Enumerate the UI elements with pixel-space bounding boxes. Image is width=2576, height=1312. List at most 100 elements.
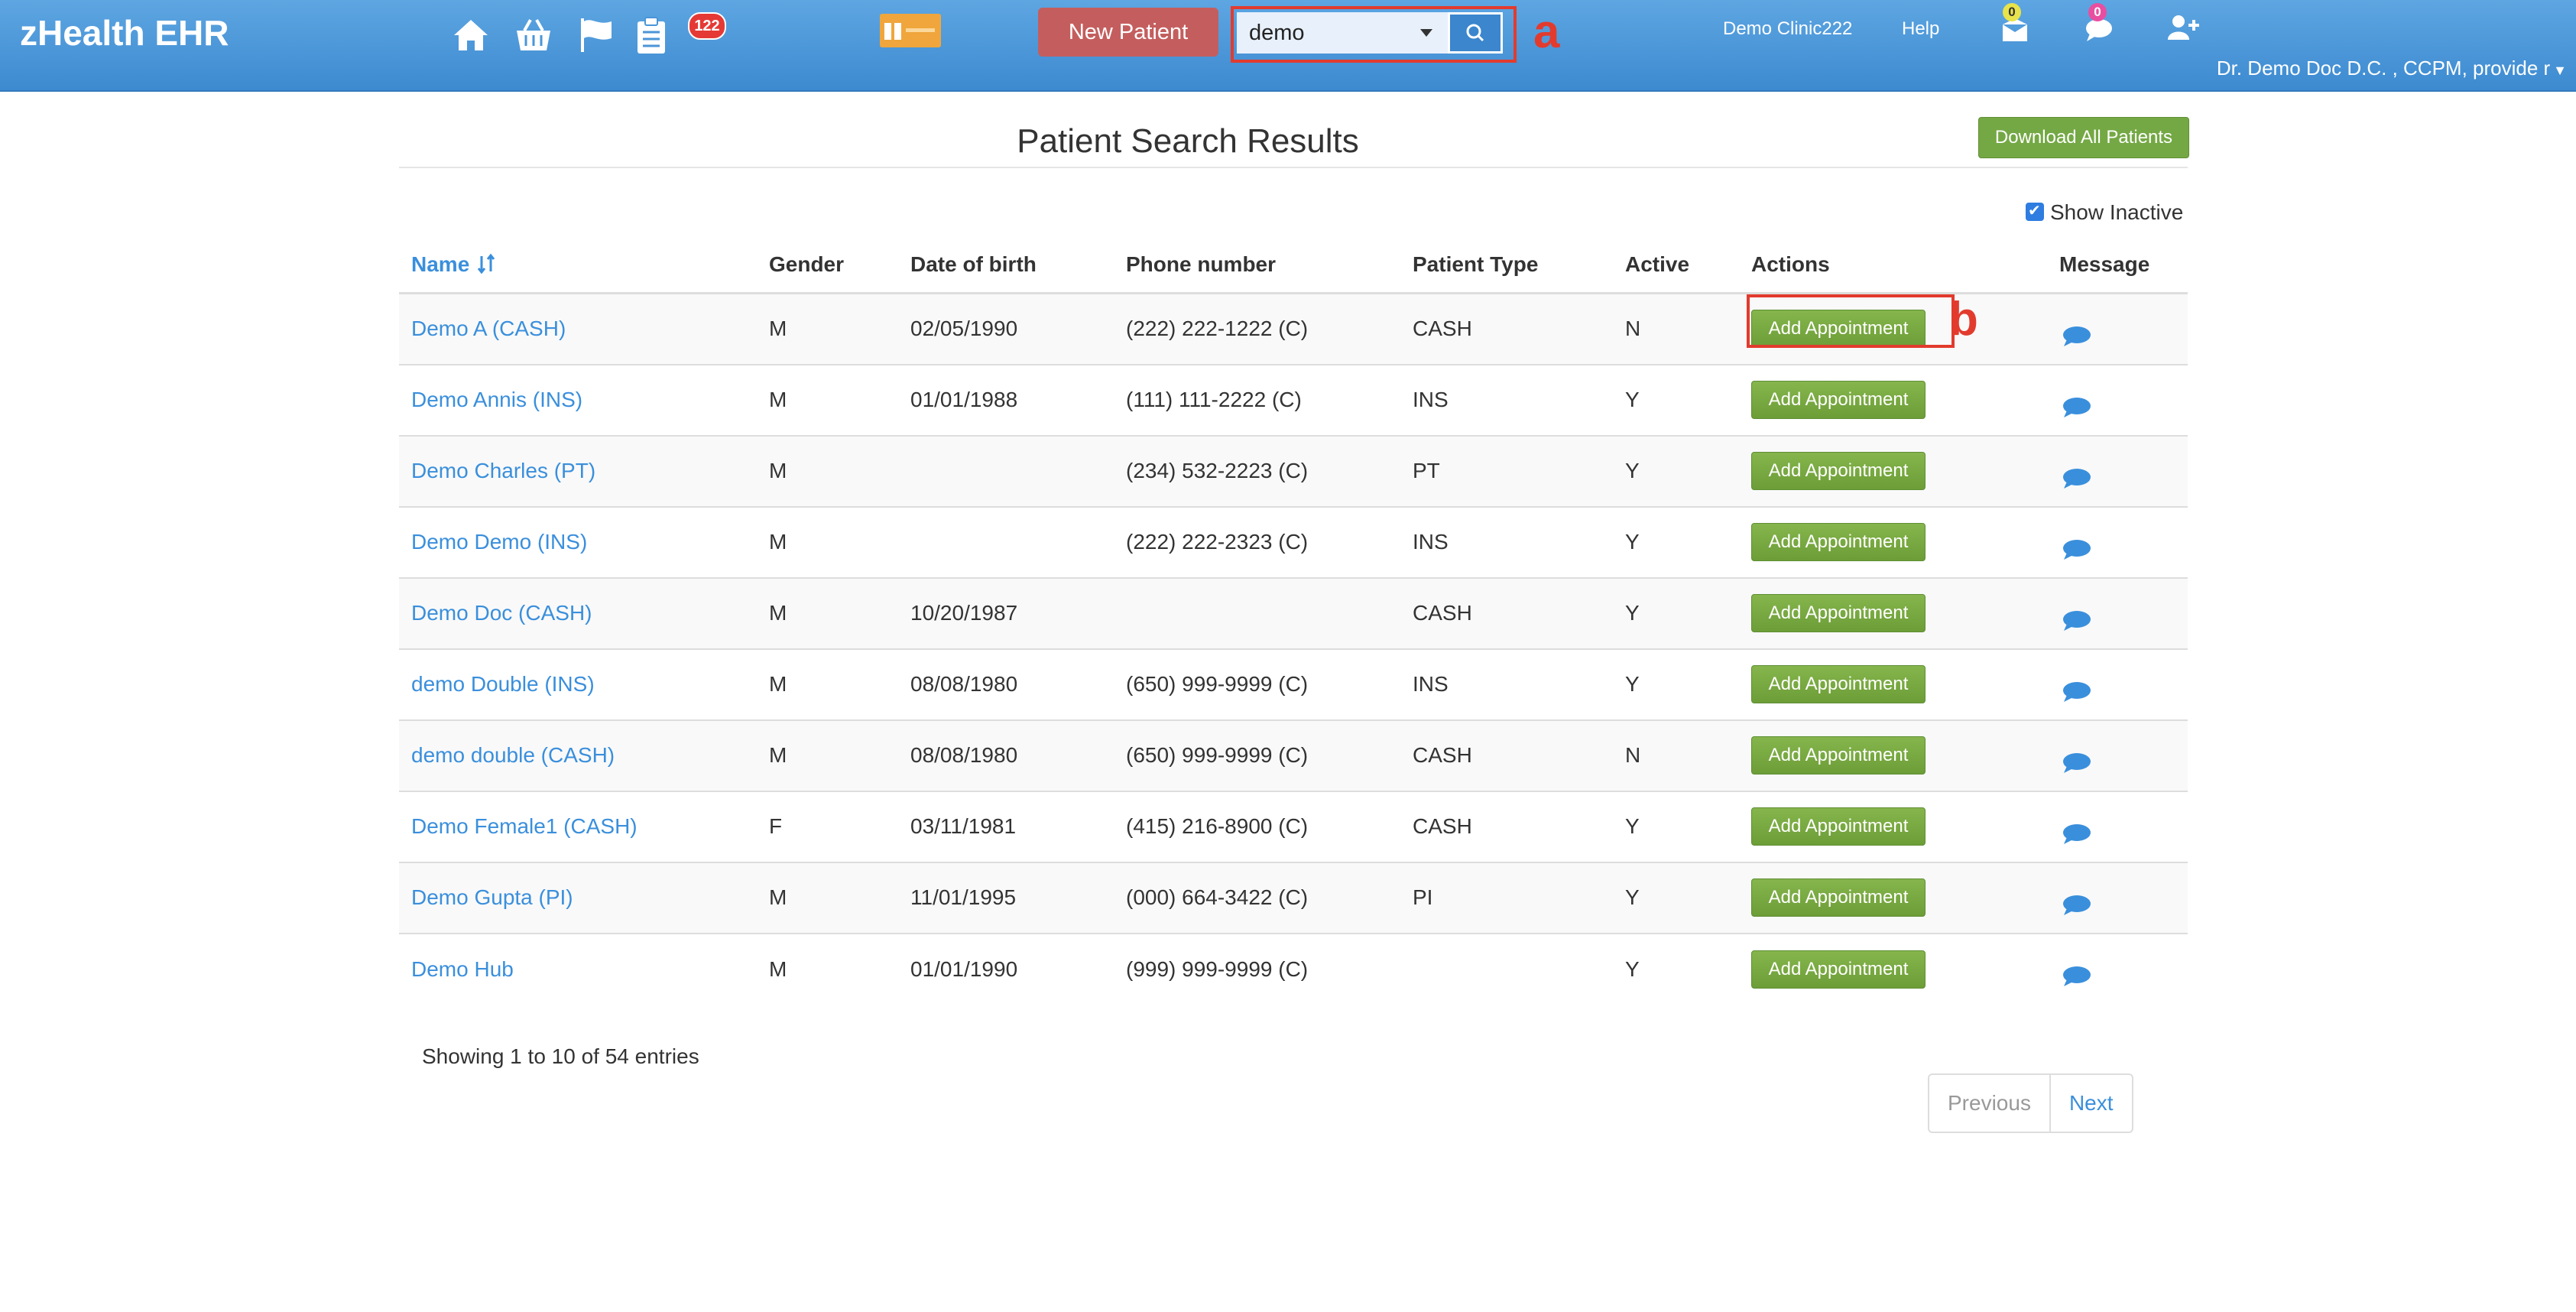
patient-name-link[interactable]: demo double (CASH) bbox=[411, 743, 615, 767]
active-cell: Y bbox=[1613, 790, 1739, 862]
phone-cell: (111) 111-2222 (C) bbox=[1114, 363, 1400, 436]
active-cell: Y bbox=[1613, 861, 1739, 934]
patient-search-input[interactable] bbox=[1237, 12, 1405, 54]
message-cell bbox=[2047, 292, 2188, 365]
help-link[interactable]: Help bbox=[1902, 18, 1939, 40]
user-menu[interactable]: Dr. Demo Doc D.C. , CCPM, provide r ▼ bbox=[2217, 57, 2567, 80]
phone-cell: (999) 999-9999 (C) bbox=[1114, 932, 1400, 1005]
patient-name-link[interactable]: Demo Doc (CASH) bbox=[411, 601, 592, 625]
message-cell bbox=[2047, 719, 2188, 791]
patient-name-cell[interactable]: Demo Female1 (CASH) bbox=[399, 790, 757, 862]
actions-cell: Add Appointment bbox=[1739, 292, 2047, 365]
message-bubble-icon[interactable] bbox=[2061, 609, 2091, 632]
message-bubble-icon[interactable] bbox=[2061, 894, 2091, 917]
patient-name-link[interactable]: Demo Charles (PT) bbox=[411, 459, 595, 482]
add-appointment-button[interactable]: Add Appointment bbox=[1751, 665, 1926, 703]
add-appointment-button[interactable]: Add Appointment bbox=[1751, 736, 1926, 775]
gender-cell: F bbox=[757, 790, 898, 862]
patient-name-link[interactable]: Demo Female1 (CASH) bbox=[411, 814, 638, 838]
dob-cell: 03/11/1981 bbox=[898, 790, 1114, 862]
actions-cell: Add Appointment bbox=[1739, 861, 2047, 934]
patient-name-cell[interactable]: Demo Gupta (PI) bbox=[399, 861, 757, 934]
gender-cell: M bbox=[757, 434, 898, 507]
patient-type-cell: INS bbox=[1400, 505, 1613, 578]
message-bubble-icon[interactable] bbox=[2061, 823, 2091, 846]
add-user-icon[interactable] bbox=[2166, 14, 2200, 41]
add-appointment-button[interactable]: Add Appointment bbox=[1751, 878, 1926, 917]
dob-cell bbox=[898, 505, 1114, 578]
title-divider bbox=[399, 167, 2188, 168]
patient-name-cell[interactable]: Demo Annis (INS) bbox=[399, 363, 757, 436]
patient-name-cell[interactable]: demo double (CASH) bbox=[399, 719, 757, 791]
app-brand[interactable]: zHealth EHR bbox=[20, 12, 229, 54]
show-inactive-toggle[interactable]: Show Inactive bbox=[2026, 200, 2183, 225]
search-dropdown-toggle[interactable] bbox=[1405, 12, 1448, 54]
table-row: Demo Gupta (PI) M 11/01/1995 (000) 664-3422… bbox=[399, 861, 2188, 934]
message-cell bbox=[2047, 648, 2188, 720]
message-bubble-icon[interactable] bbox=[2061, 752, 2091, 775]
add-appointment-button[interactable]: Add Appointment bbox=[1751, 523, 1926, 561]
patient-name-cell[interactable]: Demo Hub bbox=[399, 932, 757, 1005]
table-row: Demo A (CASH) M 02/05/1990 (222) 222-1222 (… bbox=[399, 292, 2188, 365]
message-cell bbox=[2047, 576, 2188, 649]
tasks-count-badge[interactable]: 122 bbox=[688, 12, 726, 40]
table-row: demo double (CASH) M 08/08/1980 (650) 999-9… bbox=[399, 719, 2188, 791]
add-appointment-button[interactable]: Add Appointment bbox=[1751, 452, 1926, 490]
patient-name-link[interactable]: Demo Gupta (PI) bbox=[411, 885, 573, 909]
gender-cell: M bbox=[757, 363, 898, 436]
active-cell: Y bbox=[1613, 648, 1739, 720]
table-row: Demo Demo (INS) M (222) 222-2323 (C) INS Y Ad… bbox=[399, 505, 2188, 578]
user-name: Dr. Demo Doc D.C. , CCPM, provide r bbox=[2216, 57, 2551, 80]
column-header-gender: Gender bbox=[757, 237, 898, 294]
message-bubble-icon[interactable] bbox=[2061, 965, 2091, 988]
column-header-actions: Actions bbox=[1739, 237, 2047, 294]
message-bubble-icon[interactable] bbox=[2061, 467, 2091, 490]
patient-name-link[interactable]: Demo Hub bbox=[411, 957, 514, 981]
clinic-selector[interactable]: Demo Clinic222 bbox=[1723, 18, 1852, 40]
pagination-summary: Showing 1 to 10 of 54 entries bbox=[422, 1044, 699, 1068]
patient-type-cell: PT bbox=[1400, 434, 1613, 507]
column-name-label: Name bbox=[411, 252, 470, 276]
next-page-button[interactable]: Next bbox=[2051, 1075, 2132, 1132]
patient-name-cell[interactable]: demo Double (INS) bbox=[399, 648, 757, 720]
add-appointment-button[interactable]: Add Appointment bbox=[1751, 381, 1926, 419]
phone-cell: (650) 999-9999 (C) bbox=[1114, 648, 1400, 720]
actions-cell: Add Appointment bbox=[1739, 719, 2047, 791]
new-patient-button[interactable]: New Patient bbox=[1038, 8, 1218, 57]
patient-name-link[interactable]: Demo Annis (INS) bbox=[411, 388, 582, 411]
patient-rows: Demo A (CASH) M 02/05/1990 (222) 222-1222 (… bbox=[399, 292, 2188, 1005]
message-cell bbox=[2047, 790, 2188, 862]
active-cell: Y bbox=[1613, 932, 1739, 1005]
message-bubble-icon[interactable] bbox=[2061, 396, 2091, 419]
message-cell bbox=[2047, 505, 2188, 578]
patient-name-cell[interactable]: Demo A (CASH) bbox=[399, 292, 757, 365]
patient-name-link[interactable]: demo Double (INS) bbox=[411, 672, 595, 696]
flag-icon[interactable] bbox=[576, 15, 616, 55]
message-bubble-icon[interactable] bbox=[2061, 325, 2091, 348]
add-appointment-button[interactable]: Add Appointment bbox=[1751, 950, 1926, 989]
home-icon[interactable] bbox=[451, 15, 491, 55]
patient-name-link[interactable]: Demo A (CASH) bbox=[411, 317, 566, 340]
add-appointment-button[interactable]: Add Appointment bbox=[1751, 807, 1926, 846]
sort-icon bbox=[477, 253, 495, 274]
patient-type-cell: INS bbox=[1400, 648, 1613, 720]
clipboard-icon[interactable] bbox=[631, 15, 671, 55]
download-all-patients-button[interactable]: Download All Patients bbox=[1978, 117, 2189, 158]
message-cell bbox=[2047, 861, 2188, 934]
previous-page-button[interactable]: Previous bbox=[1929, 1075, 2051, 1132]
show-inactive-checkbox[interactable] bbox=[2026, 201, 2044, 221]
actions-cell: Add Appointment bbox=[1739, 363, 2047, 436]
search-button[interactable] bbox=[1448, 12, 1503, 54]
basket-icon[interactable] bbox=[514, 15, 553, 55]
message-bubble-icon[interactable] bbox=[2061, 538, 2091, 561]
gift-promo-icon[interactable] bbox=[880, 14, 941, 47]
patient-name-cell[interactable]: Demo Doc (CASH) bbox=[399, 576, 757, 649]
message-bubble-icon[interactable] bbox=[2061, 680, 2091, 703]
active-cell: Y bbox=[1613, 505, 1739, 578]
patient-name-link[interactable]: Demo Demo (INS) bbox=[411, 530, 587, 554]
patient-name-cell[interactable]: Demo Demo (INS) bbox=[399, 505, 757, 578]
patient-name-cell[interactable]: Demo Charles (PT) bbox=[399, 434, 757, 507]
add-appointment-button[interactable]: Add Appointment bbox=[1751, 594, 1926, 632]
gender-cell: M bbox=[757, 505, 898, 578]
column-header-name[interactable]: Name bbox=[399, 237, 757, 294]
